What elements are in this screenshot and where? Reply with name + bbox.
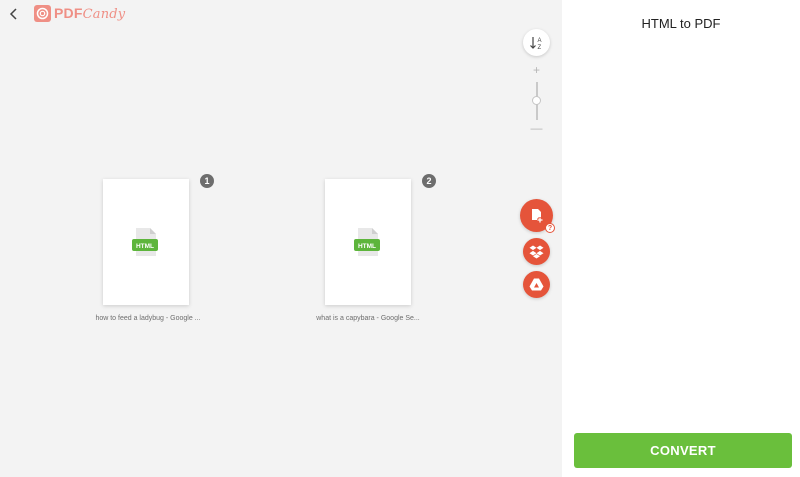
chevron-left-icon: [9, 8, 17, 20]
conversion-panel: HTML to PDF CONVERT: [562, 0, 800, 477]
convert-button[interactable]: CONVERT: [574, 433, 792, 468]
sort-az-icon: A Z: [529, 36, 541, 51]
google-drive-icon: [529, 278, 544, 291]
zoom-slider-handle[interactable]: [532, 96, 541, 105]
file-name: how to feed a ladybug - Google ...: [95, 315, 201, 322]
file-workspace: PDFCandy A Z + — HTML 1 how to feed a la…: [0, 0, 562, 477]
file-card[interactable]: HTML: [325, 179, 411, 305]
dropbox-button[interactable]: [523, 238, 550, 265]
candy-logo-icon: [34, 5, 51, 22]
svg-text:Z: Z: [537, 45, 541, 51]
file-type-label: HTML: [136, 243, 154, 250]
file-thumbnail[interactable]: HTML: [103, 179, 189, 305]
file-index-badge: 2: [422, 174, 436, 188]
file-index-badge: 1: [200, 174, 214, 188]
help-icon[interactable]: ?: [545, 223, 555, 233]
svg-text:A: A: [537, 38, 541, 44]
file-type-label: HTML: [358, 243, 376, 250]
sort-button[interactable]: A Z: [523, 29, 550, 56]
back-button[interactable]: [6, 6, 22, 22]
html-file-icon: HTML: [354, 228, 380, 256]
html-file-icon: HTML: [132, 228, 158, 256]
dropbox-icon: [529, 245, 544, 258]
pdfcandy-logo[interactable]: PDFCandy: [34, 5, 125, 22]
zoom-in-button[interactable]: +: [530, 64, 543, 77]
google-drive-button[interactable]: [523, 271, 550, 298]
file-name: what is a capybara - Google Se...: [316, 315, 420, 322]
file-thumbnail[interactable]: HTML: [325, 179, 411, 305]
add-file-icon: [531, 208, 543, 223]
logo-wordmark: PDFCandy: [54, 5, 126, 22]
zoom-out-button[interactable]: —: [530, 122, 543, 135]
panel-title: HTML to PDF: [641, 16, 721, 31]
file-card[interactable]: HTML: [103, 179, 189, 305]
